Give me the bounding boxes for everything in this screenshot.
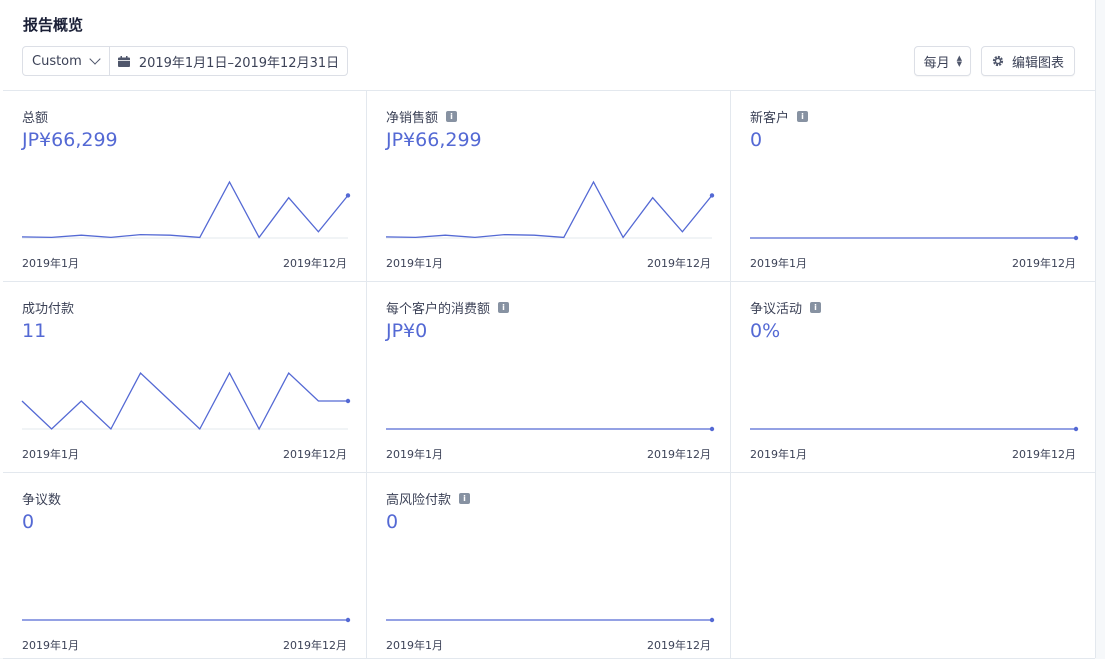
metric-value: 0 bbox=[750, 129, 763, 151]
interval-select[interactable]: 每月 ▲ ▼ bbox=[913, 46, 971, 76]
date-range-label: 2019年1月1日–2019年12月31日 bbox=[138, 55, 340, 71]
date-range-control: Custom 2019年1月1日–2019年12月31日 bbox=[22, 46, 349, 76]
axis-start-label: 2019年1月 bbox=[386, 448, 443, 461]
axis-start-label: 2019年1月 bbox=[386, 257, 443, 270]
chart-tools: 每月 ▲ ▼ 编辑图表 bbox=[913, 46, 1075, 76]
sparkline-chart bbox=[21, 371, 351, 431]
sparkline-chart bbox=[750, 426, 1079, 432]
metric-label: 新客户 i bbox=[750, 107, 809, 126]
sparkline-chart bbox=[750, 235, 1079, 241]
axis-start-label: 2019年1月 bbox=[22, 257, 79, 270]
interval-label: 每月 bbox=[923, 55, 950, 71]
sparkline-chart bbox=[22, 617, 351, 623]
axis-start-label: 2019年1月 bbox=[750, 448, 807, 461]
chevron-down-icon bbox=[89, 53, 101, 65]
up-down-chevron-icon: ▲ ▼ bbox=[956, 54, 962, 68]
info-icon[interactable]: i bbox=[446, 111, 458, 122]
edit-charts-label: 编辑图表 bbox=[1011, 55, 1064, 71]
date-toolbar: Custom 2019年1月1日–2019年12月31日 bbox=[22, 46, 349, 76]
sparkline-chart bbox=[385, 180, 715, 239]
metric-value: 0% bbox=[750, 320, 781, 342]
axis-end-label: 2019年12月 bbox=[1012, 448, 1076, 461]
axis-end-label: 2019年12月 bbox=[647, 448, 711, 461]
last-point-marker bbox=[345, 398, 351, 404]
metric-card[interactable]: 成功付款 11 2019年1月 2019年12月 bbox=[3, 282, 367, 473]
metric-label-text: 高风险付款 bbox=[386, 493, 452, 508]
axis-end-label: 2019年12月 bbox=[283, 257, 347, 270]
last-point-marker bbox=[709, 426, 715, 432]
metric-label-text: 总额 bbox=[22, 111, 49, 126]
metric-value: JP¥66,299 bbox=[386, 129, 482, 151]
metric-label-text: 净销售额 bbox=[386, 111, 439, 126]
axis-end-label: 2019年12月 bbox=[283, 448, 347, 461]
metric-value: 11 bbox=[22, 320, 47, 342]
metric-label: 总额 bbox=[22, 107, 48, 126]
axis-start-label: 2019年1月 bbox=[22, 639, 79, 652]
date-range-picker[interactable]: 2019年1月1日–2019年12月31日 bbox=[110, 47, 347, 75]
axis-start-label: 2019年1月 bbox=[750, 257, 807, 270]
metric-card[interactable]: 净销售额 i JP¥66,299 2019年1月 2019年12月 bbox=[367, 91, 731, 282]
metric-label-text: 新客户 bbox=[750, 111, 790, 126]
last-point-marker bbox=[345, 617, 351, 623]
sparkline-chart bbox=[386, 617, 715, 623]
sparkline-chart bbox=[21, 180, 351, 239]
metric-label: 净销售额 i bbox=[386, 107, 458, 126]
metric-card[interactable]: 每个客户的消费额 i JP¥0 2019年1月 2019年12月 bbox=[367, 282, 731, 473]
series-line bbox=[21, 371, 348, 431]
metric-value: JP¥0 bbox=[386, 320, 428, 342]
metric-card[interactable]: 总额 JP¥66,299 2019年1月 2019年12月 bbox=[3, 91, 367, 282]
metric-label-text: 争议数 bbox=[22, 493, 62, 508]
axis-end-label: 2019年12月 bbox=[1012, 257, 1076, 270]
page-title: 报告概览 bbox=[23, 16, 84, 34]
metric-label-text: 每个客户的消费额 bbox=[386, 302, 491, 317]
axis-start-label: 2019年1月 bbox=[22, 448, 79, 461]
metric-label: 高风险付款 i bbox=[386, 489, 471, 508]
metric-label: 争议数 bbox=[22, 489, 61, 508]
last-point-marker bbox=[345, 193, 351, 198]
calendar-icon bbox=[117, 55, 130, 67]
axis-start-label: 2019年1月 bbox=[386, 639, 443, 652]
metric-card[interactable]: 争议数 0 2019年1月 2019年12月 bbox=[3, 473, 367, 659]
metric-label: 每个客户的消费额 i bbox=[386, 298, 510, 317]
info-icon[interactable]: i bbox=[459, 493, 471, 504]
metric-value: JP¥66,299 bbox=[22, 129, 118, 151]
metric-card[interactable]: 新客户 i 0 2019年1月 2019年12月 bbox=[731, 91, 1095, 282]
info-icon[interactable]: i bbox=[810, 302, 822, 313]
metric-label-text: 成功付款 bbox=[22, 302, 75, 317]
info-icon[interactable]: i bbox=[498, 302, 510, 313]
last-point-marker bbox=[709, 193, 715, 198]
metric-card[interactable]: 高风险付款 i 0 2019年1月 2019年12月 bbox=[367, 473, 731, 659]
series-line bbox=[21, 180, 349, 239]
last-point-marker bbox=[1073, 426, 1079, 432]
edit-charts-button[interactable]: 编辑图表 bbox=[980, 46, 1075, 76]
sparkline-chart bbox=[386, 426, 715, 432]
info-icon[interactable]: i bbox=[797, 111, 809, 122]
last-point-marker bbox=[709, 617, 715, 623]
metric-grid: 总额 JP¥66,299 2019年1月 2019年12月 净销售额 i JP¥66,299… bbox=[3, 90, 1095, 659]
gear-icon bbox=[992, 55, 1004, 67]
report-panel: 报告概览 Custom 2019年1月1日–2019年12月31日 每月 ▲▼ bbox=[0, 0, 1096, 659]
metric-card[interactable]: 争议活动 i 0% 2019年1月 2019年12月 bbox=[731, 282, 1095, 473]
empty-grid-cell bbox=[731, 473, 1095, 659]
metric-label: 成功付款 bbox=[22, 298, 74, 317]
metric-label: 争议活动 i bbox=[750, 298, 822, 317]
range-preset-label: Custom bbox=[32, 53, 82, 69]
series-line bbox=[385, 180, 713, 239]
metric-value: 0 bbox=[22, 511, 35, 533]
metric-value: 0 bbox=[386, 511, 399, 533]
axis-end-label: 2019年12月 bbox=[647, 639, 711, 652]
axis-end-label: 2019年12月 bbox=[647, 257, 711, 270]
range-preset-dropdown[interactable]: Custom bbox=[23, 47, 110, 75]
last-point-marker bbox=[1073, 235, 1079, 241]
metric-label-text: 争议活动 bbox=[750, 302, 803, 317]
axis-end-label: 2019年12月 bbox=[283, 639, 347, 652]
